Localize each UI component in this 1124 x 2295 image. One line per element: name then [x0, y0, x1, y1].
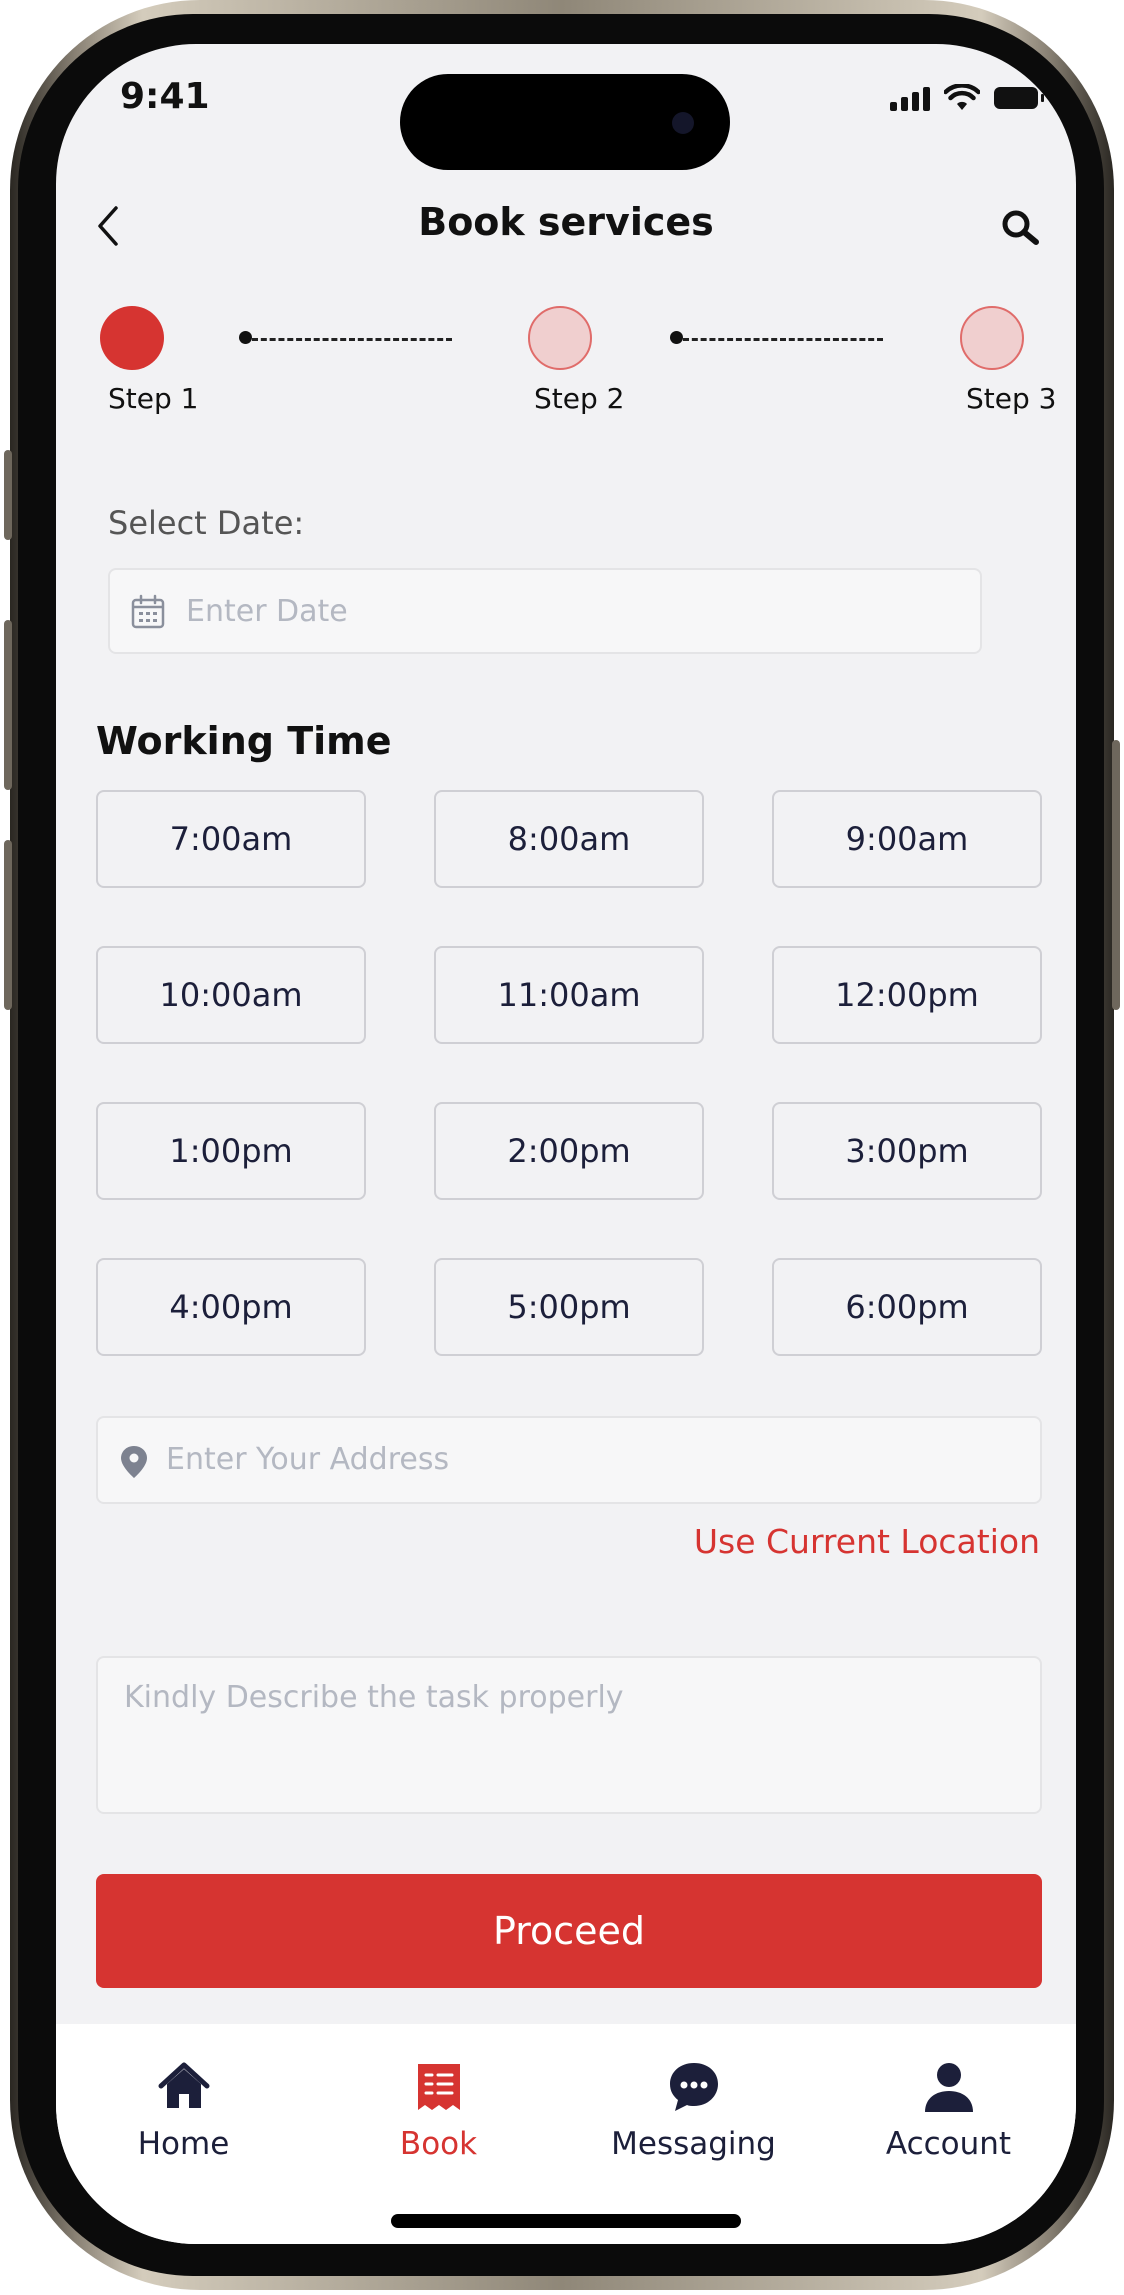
dynamic-island — [400, 74, 730, 170]
use-current-location-link[interactable]: Use Current Location — [694, 1522, 1040, 1561]
time-slot[interactable]: 5:00pm — [434, 1258, 704, 1356]
tab-account[interactable]: Account — [821, 2060, 1076, 2162]
time-slot[interactable]: 1:00pm — [96, 1102, 366, 1200]
search-icon[interactable] — [996, 204, 1046, 254]
app-screen: 9:41 Book services Step 1 Step 2 Step 3 … — [56, 44, 1076, 2244]
chat-bubble-icon — [669, 2063, 718, 2111]
address-input[interactable]: Enter Your Address — [96, 1416, 1042, 1504]
time-slot[interactable]: 9:00am — [772, 790, 1042, 888]
time-slot[interactable]: 12:00pm — [772, 946, 1042, 1044]
time-slot[interactable]: 4:00pm — [96, 1258, 366, 1356]
step-connector — [252, 338, 452, 341]
status-time: 9:41 — [120, 76, 210, 117]
connector-dot — [670, 331, 683, 344]
tab-home-label: Home — [137, 2126, 230, 2162]
bottom-tab-bar: Home Book Messaging Account — [56, 2024, 1076, 2244]
booking-stepper: Step 1 Step 2 Step 3 — [56, 302, 1076, 432]
wifi-icon — [944, 84, 980, 110]
date-placeholder: Enter Date — [186, 594, 348, 629]
step-connector — [683, 338, 883, 341]
action-button — [4, 450, 12, 540]
step-1-indicator[interactable] — [100, 306, 164, 370]
tab-book[interactable]: Book — [311, 2060, 566, 2162]
connector-dot — [239, 331, 252, 344]
battery-icon — [994, 87, 1044, 109]
step-1-label: Step 1 — [108, 382, 199, 415]
location-pin-icon — [121, 1446, 147, 1478]
task-description-textarea[interactable]: Kindly Describe the task properly — [96, 1656, 1042, 1814]
address-placeholder: Enter Your Address — [166, 1442, 450, 1477]
tab-messaging[interactable]: Messaging — [566, 2060, 821, 2162]
home-indicator[interactable] — [391, 2214, 741, 2228]
step-2-indicator[interactable] — [528, 306, 592, 370]
tab-account-label: Account — [885, 2126, 1012, 2162]
book-icon — [417, 2064, 460, 2110]
cellular-signal-icon — [890, 85, 930, 111]
select-date-label: Select Date: — [108, 504, 305, 542]
time-slot[interactable]: 11:00am — [434, 946, 704, 1044]
tab-home[interactable]: Home — [56, 2060, 311, 2162]
working-time-title: Working Time — [96, 719, 392, 763]
step-3-indicator[interactable] — [960, 306, 1024, 370]
home-icon — [158, 2062, 209, 2108]
time-slot[interactable]: 2:00pm — [434, 1102, 704, 1200]
time-slot[interactable]: 7:00am — [96, 790, 366, 888]
time-slot[interactable]: 3:00pm — [772, 1102, 1042, 1200]
description-placeholder: Kindly Describe the task properly — [124, 1680, 624, 1715]
step-3-label: Step 3 — [966, 382, 1057, 415]
time-slot[interactable]: 10:00am — [96, 946, 366, 1044]
page-title: Book services — [418, 200, 714, 244]
proceed-button[interactable]: Proceed — [96, 1874, 1042, 1988]
time-slot[interactable]: 8:00am — [434, 790, 704, 888]
tab-messaging-label: Messaging — [611, 2126, 776, 2162]
time-slot[interactable]: 6:00pm — [772, 1258, 1042, 1356]
volume-down-button — [4, 840, 12, 1010]
step-2-label: Step 2 — [534, 382, 625, 415]
tab-book-label: Book — [399, 2126, 478, 2162]
person-icon — [924, 2063, 973, 2112]
volume-up-button — [4, 620, 12, 790]
status-icons — [890, 84, 1044, 112]
calendar-icon — [131, 594, 165, 629]
power-button — [1112, 740, 1120, 1010]
date-input[interactable]: Enter Date — [108, 568, 982, 654]
camera-icon — [672, 112, 694, 134]
app-header: Book services — [56, 184, 1076, 274]
